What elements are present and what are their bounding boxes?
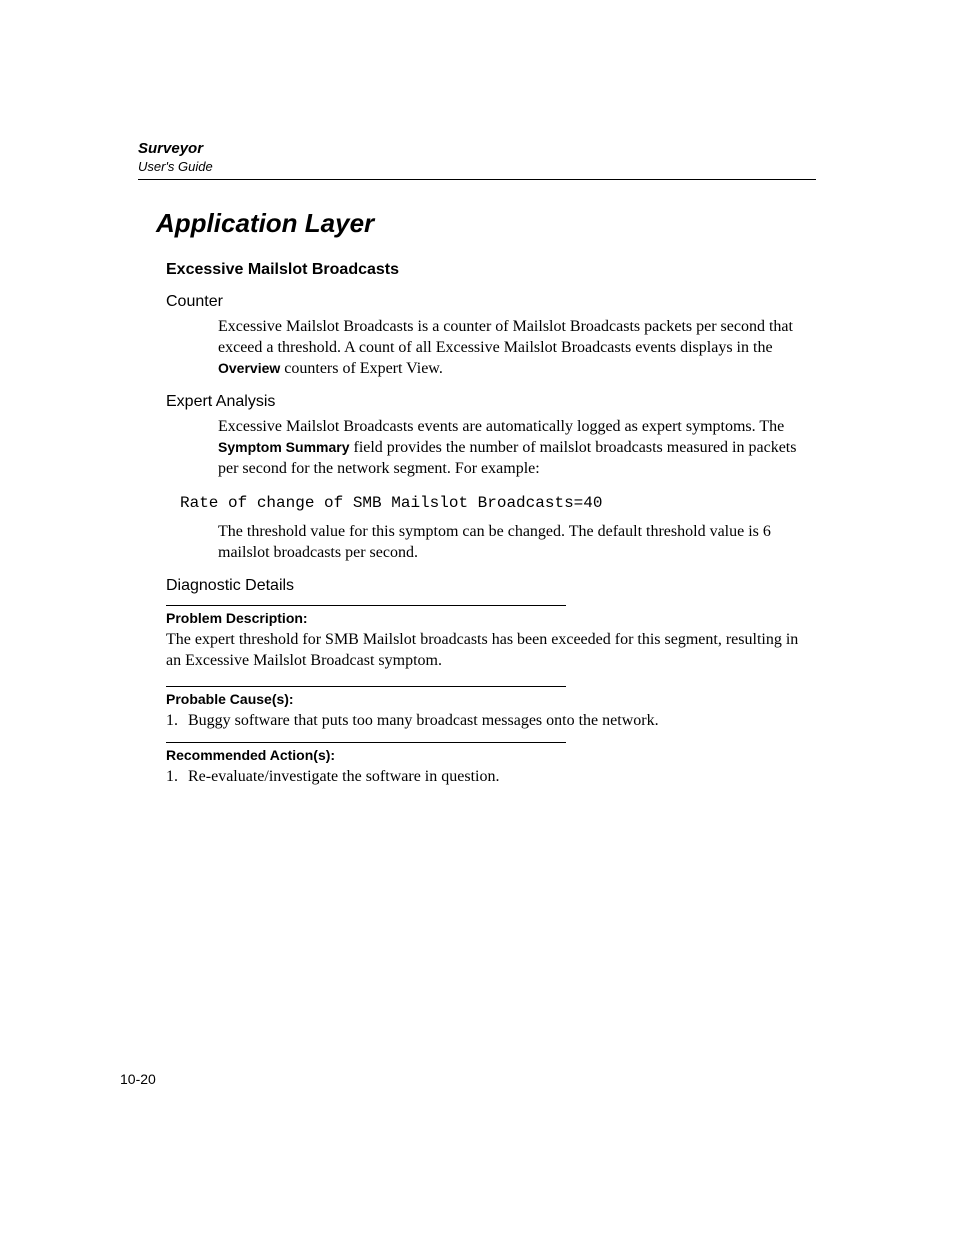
action-label: Recommended Action(s): bbox=[166, 747, 816, 763]
text: Excessive Mailslot Broadcasts is a count… bbox=[218, 318, 793, 356]
section-heading: Excessive Mailslot Broadcasts bbox=[166, 261, 816, 279]
section-rule bbox=[166, 686, 566, 687]
problem-label: Problem Description: bbox=[166, 610, 816, 626]
expert-paragraph-2: The threshold value for this symptom can… bbox=[218, 522, 816, 564]
section-rule bbox=[166, 605, 566, 606]
symptom-summary-keyword: Symptom Summary bbox=[218, 439, 349, 455]
page-number: 10-20 bbox=[120, 1071, 156, 1087]
text: Excessive Mailslot Broadcasts events are… bbox=[218, 418, 784, 435]
action-list-item: 1.Re-evaluate/investigate the software i… bbox=[166, 767, 816, 788]
cause-label: Probable Cause(s): bbox=[166, 691, 816, 707]
problem-text: The expert threshold for SMB Mailslot br… bbox=[166, 630, 816, 672]
page: Surveyor User's Guide Application Layer … bbox=[0, 0, 954, 1235]
cause-list-item: 1.Buggy software that puts too many broa… bbox=[166, 711, 816, 732]
list-text: Buggy software that puts too many broadc… bbox=[188, 712, 659, 729]
section-rule bbox=[166, 742, 566, 743]
list-number: 1. bbox=[166, 711, 188, 732]
list-text: Re-evaluate/investigate the software in … bbox=[188, 768, 499, 785]
running-header: Surveyor User's Guide bbox=[138, 140, 816, 175]
diagnostic-label: Diagnostic Details bbox=[166, 577, 816, 595]
header-product: Surveyor bbox=[138, 140, 816, 159]
expert-label: Expert Analysis bbox=[166, 393, 816, 411]
list-number: 1. bbox=[166, 767, 188, 788]
code-example: Rate of change of SMB Mailslot Broadcast… bbox=[180, 494, 816, 512]
text: counters of Expert View. bbox=[280, 360, 443, 377]
counter-paragraph: Excessive Mailslot Broadcasts is a count… bbox=[218, 317, 816, 379]
overview-keyword: Overview bbox=[218, 360, 280, 376]
page-title: Application Layer bbox=[156, 208, 816, 239]
header-doc: User's Guide bbox=[138, 159, 816, 175]
counter-label: Counter bbox=[166, 293, 816, 311]
expert-paragraph-1: Excessive Mailslot Broadcasts events are… bbox=[218, 417, 816, 479]
header-rule bbox=[138, 179, 816, 180]
